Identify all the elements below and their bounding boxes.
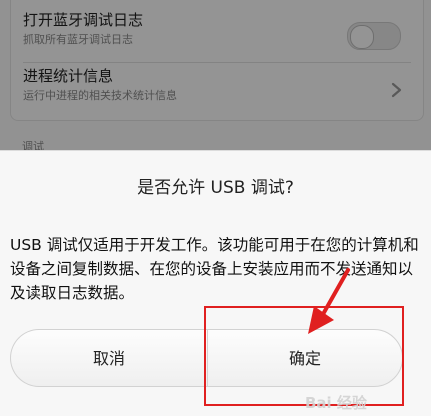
watermark: Bai 经验 xyxy=(305,394,367,412)
cancel-button[interactable]: 取消 xyxy=(10,329,207,387)
usb-debug-dialog: 是否允许 USB 调试? USB 调试仅适用于开发工作。该功能可用于在您的计算机… xyxy=(0,150,431,416)
dialog-title: 是否允许 USB 调试? xyxy=(137,178,294,198)
red-pointer-arrow-icon xyxy=(308,268,350,334)
